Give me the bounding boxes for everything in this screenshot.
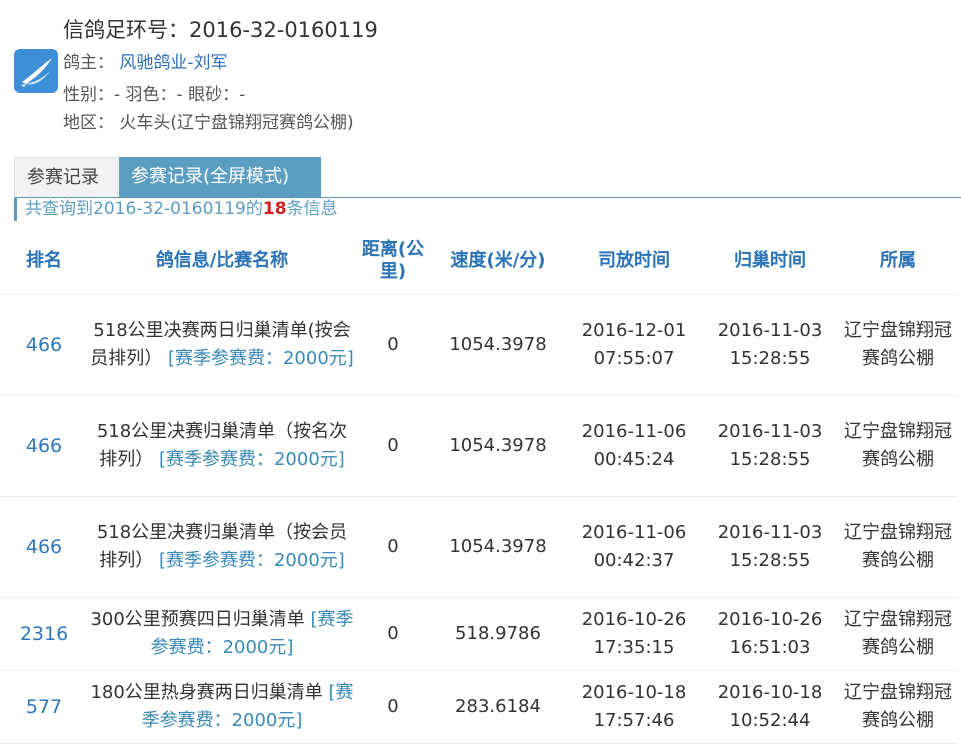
summary-suffix: 条信息 xyxy=(286,199,338,219)
race-cell: 518公里决赛归巢清单（按会员排列） [赛季参赛费：2000元] xyxy=(88,496,356,598)
fee-link[interactable]: [赛季参赛费：2000元] xyxy=(159,449,345,470)
distance-cell: 0 xyxy=(356,294,430,396)
ring-number-title: 信鸽足环号：2016-32-0160119 xyxy=(63,14,378,44)
fee-link[interactable]: [赛季参赛费：2000元] xyxy=(168,348,354,369)
tab-race-records[interactable]: 参赛记录 xyxy=(14,157,118,197)
owner-label: 鸽主： xyxy=(63,53,114,73)
summary-prefix: 共查询到2016-32-0160119的 xyxy=(25,199,263,219)
col-header-club: 所属 xyxy=(838,228,958,295)
return-time-cell: 2016-10-18 10:52:44 xyxy=(702,670,838,744)
rank-cell: 466 xyxy=(0,294,88,396)
speed-cell: 1054.3978 xyxy=(430,294,566,396)
speed-cell: 1054.3978 xyxy=(430,496,566,598)
table-row: 577 180公里热身赛两日归巢清单 [赛季参赛费：2000元] 0 283.6… xyxy=(0,670,958,744)
race-cell: 518公里决赛两日归巢清单(按会员排列） [赛季参赛费：2000元] xyxy=(88,294,356,396)
speed-cell: 283.6184 xyxy=(430,670,566,744)
tab-race-records-fullscreen[interactable]: 参赛记录(全屏模式) xyxy=(119,157,321,197)
ring-label: 信鸽足环号： xyxy=(63,18,189,42)
table-header-row: 排名 鸽信息/比赛名称 距离(公里) 速度(米/分) 司放时间 归巢时间 所属 xyxy=(0,228,958,295)
region-line: 地区： 火车头(辽宁盘锦翔冠赛鸽公棚) xyxy=(63,108,354,133)
club-cell: 辽宁盘锦翔冠赛鸽公棚 xyxy=(838,670,958,744)
rank-cell: 466 xyxy=(0,496,88,598)
distance-cell: 0 xyxy=(356,597,430,671)
rank-cell: 466 xyxy=(0,395,88,497)
fee-link[interactable]: [赛季参赛费：2000元] xyxy=(159,550,345,571)
return-time-cell: 2016-11-03 15:28:55 xyxy=(702,395,838,497)
region-value: 火车头(辽宁盘锦翔冠赛鸽公棚) xyxy=(119,113,354,133)
result-count: 18 xyxy=(262,199,287,219)
ring-number: 2016-32-0160119 xyxy=(189,18,378,42)
attributes-line: 性别：- 羽色：- 眼砂：- xyxy=(63,85,246,105)
col-header-speed: 速度(米/分) xyxy=(430,228,566,295)
pigeon-info-header: 信鸽足环号：2016-32-0160119 鸽主： 风驰鸽业-刘军 性别：- 羽… xyxy=(0,0,961,150)
rank-cell: 2316 xyxy=(0,597,88,671)
col-header-race: 鸽信息/比赛名称 xyxy=(88,228,356,295)
race-name: 180公里热身赛两日归巢清单 xyxy=(90,682,323,703)
table-row: 466 518公里决赛归巢清单（按名次排列） [赛季参赛费：2000元] 0 1… xyxy=(0,395,958,497)
query-summary: 共查询到2016-32-0160119的18条信息 xyxy=(14,197,961,221)
return-time-cell: 2016-11-03 15:28:55 xyxy=(702,496,838,598)
distance-cell: 0 xyxy=(356,395,430,497)
pigeon-wing-svg xyxy=(21,58,52,87)
race-cell: 180公里热身赛两日归巢清单 [赛季参赛费：2000元] xyxy=(88,670,356,744)
club-cell: 辽宁盘锦翔冠赛鸽公棚 xyxy=(838,597,958,671)
col-header-rank: 排名 xyxy=(0,228,88,295)
col-header-distance: 距离(公里) xyxy=(356,228,430,295)
speed-cell: 1054.3978 xyxy=(430,395,566,497)
table-row: 466 518公里决赛归巢清单（按会员排列） [赛季参赛费：2000元] 0 1… xyxy=(0,496,958,598)
release-time-cell: 2016-12-01 07:55:07 xyxy=(566,294,702,396)
race-records-table: 排名 鸽信息/比赛名称 距离(公里) 速度(米/分) 司放时间 归巢时间 所属 … xyxy=(0,228,958,744)
race-cell: 300公里预赛四日归巢清单 [赛季参赛费：2000元] xyxy=(88,597,356,671)
speed-cell: 518.9786 xyxy=(430,597,566,671)
table-row: 2316 300公里预赛四日归巢清单 [赛季参赛费：2000元] 0 518.9… xyxy=(0,597,958,671)
club-cell: 辽宁盘锦翔冠赛鸽公棚 xyxy=(838,294,958,396)
col-header-release: 司放时间 xyxy=(566,228,702,295)
race-cell: 518公里决赛归巢清单（按名次排列） [赛季参赛费：2000元] xyxy=(88,395,356,497)
release-time-cell: 2016-11-06 00:45:24 xyxy=(566,395,702,497)
race-name: 300公里预赛四日归巢清单 xyxy=(90,609,305,630)
return-time-cell: 2016-11-03 15:28:55 xyxy=(702,294,838,396)
owner-line: 鸽主： 风驰鸽业-刘军 xyxy=(63,48,228,73)
region-label: 地区： xyxy=(63,113,114,133)
release-time-cell: 2016-10-26 17:35:15 xyxy=(566,597,702,671)
release-time-cell: 2016-10-18 17:57:46 xyxy=(566,670,702,744)
club-cell: 辽宁盘锦翔冠赛鸽公棚 xyxy=(838,395,958,497)
club-cell: 辽宁盘锦翔冠赛鸽公棚 xyxy=(838,496,958,598)
distance-cell: 0 xyxy=(356,670,430,744)
distance-cell: 0 xyxy=(356,496,430,598)
release-time-cell: 2016-11-06 00:42:37 xyxy=(566,496,702,598)
pigeon-wing-logo-icon xyxy=(14,49,58,93)
owner-name[interactable]: 风驰鸽业-刘军 xyxy=(119,53,227,73)
col-header-return: 归巢时间 xyxy=(702,228,838,295)
rank-cell: 577 xyxy=(0,670,88,744)
table-row: 466 518公里决赛两日归巢清单(按会员排列） [赛季参赛费：2000元] 0… xyxy=(0,294,958,396)
return-time-cell: 2016-10-26 16:51:03 xyxy=(702,597,838,671)
